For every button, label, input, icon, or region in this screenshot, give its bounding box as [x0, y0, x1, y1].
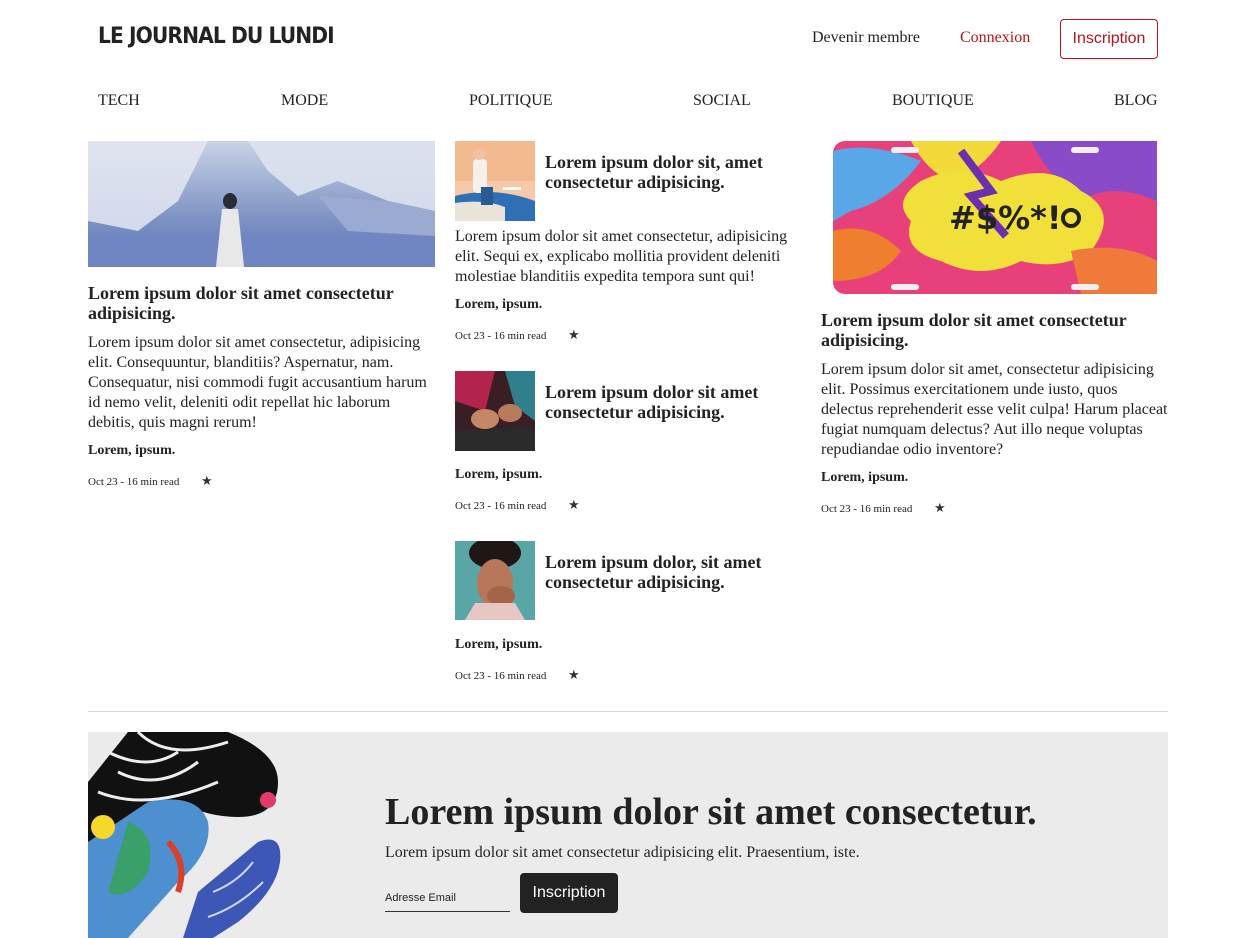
article-title[interactable]: Lorem ipsum dolor, sit amet consectetur … [545, 552, 785, 592]
star-icon[interactable]: ★ [568, 498, 580, 513]
article-title[interactable]: Lorem ipsum dolor sit amet consectetur a… [821, 310, 1168, 350]
site-logo[interactable]: LE JOURNAL DU LUNDI [98, 24, 335, 49]
featured-article-image[interactable] [88, 141, 435, 267]
become-member-link[interactable]: Devenir membre [812, 29, 920, 47]
star-icon[interactable]: ★ [934, 501, 946, 516]
article-author[interactable]: Lorem, ipsum. [455, 467, 542, 483]
email-input[interactable] [385, 884, 510, 912]
newsletter-section: Lorem ipsum dolor sit amet consectetur. … [88, 732, 1168, 938]
newsletter-subtitle: Lorem ipsum dolor sit amet consectetur a… [385, 844, 860, 861]
newsletter-signup-button[interactable]: Inscription [520, 873, 618, 913]
article-meta: Oct 23 - 16 min read [455, 670, 547, 682]
nav-item-social[interactable]: SOCIAL [693, 92, 751, 110]
article-thumbnail[interactable] [455, 541, 535, 620]
article-title[interactable]: Lorem ipsum dolor sit, amet consectetur … [545, 152, 785, 192]
article-author[interactable]: Lorem, ipsum. [821, 470, 908, 486]
article-thumbnail[interactable] [455, 371, 535, 451]
article-meta: Oct 23 - 16 min read [455, 330, 547, 342]
article-excerpt: Lorem ipsum dolor sit amet consectetur, … [455, 228, 788, 285]
article-author[interactable]: Lorem, ipsum. [455, 637, 542, 653]
article-title[interactable]: Lorem ipsum dolor sit amet consectetur a… [545, 382, 785, 422]
star-icon[interactable]: ★ [568, 328, 580, 343]
nav-item-blog[interactable]: BLOG [1114, 92, 1158, 110]
star-icon[interactable]: ★ [201, 474, 213, 489]
featured-article-title[interactable]: Lorem ipsum dolor sit amet consectetur a… [88, 283, 435, 323]
article-author[interactable]: Lorem, ipsum. [455, 297, 542, 313]
article-meta: Oct 23 - 16 min read [455, 500, 547, 512]
featured-article-excerpt: Lorem ipsum dolor sit amet consectetur, … [88, 334, 427, 431]
article-meta: Oct 23 - 16 min read [821, 503, 913, 515]
license-plate-image[interactable]: #$%*! [831, 141, 1159, 294]
article-excerpt: Lorem ipsum dolor sit amet, consectetur … [821, 361, 1168, 458]
signup-button[interactable]: Inscription [1060, 19, 1158, 59]
nav-item-politique[interactable]: POLITIQUE [469, 92, 553, 110]
nav-item-mode[interactable]: MODE [281, 92, 328, 110]
article-meta: Oct 23 - 16 min read [88, 476, 180, 488]
article-author[interactable]: Lorem, ipsum. [88, 443, 175, 459]
nav-item-tech[interactable]: TECH [98, 92, 140, 110]
nav-item-boutique[interactable]: BOUTIQUE [892, 92, 974, 110]
login-link[interactable]: Connexion [960, 29, 1030, 47]
star-icon[interactable]: ★ [568, 668, 580, 683]
article-thumbnail[interactable] [455, 141, 535, 221]
section-divider [88, 711, 1168, 712]
plate-text: #$%*! [949, 199, 1061, 237]
newsletter-title: Lorem ipsum dolor sit amet consectetur. [385, 791, 1037, 833]
newsletter-artwork [88, 732, 288, 938]
